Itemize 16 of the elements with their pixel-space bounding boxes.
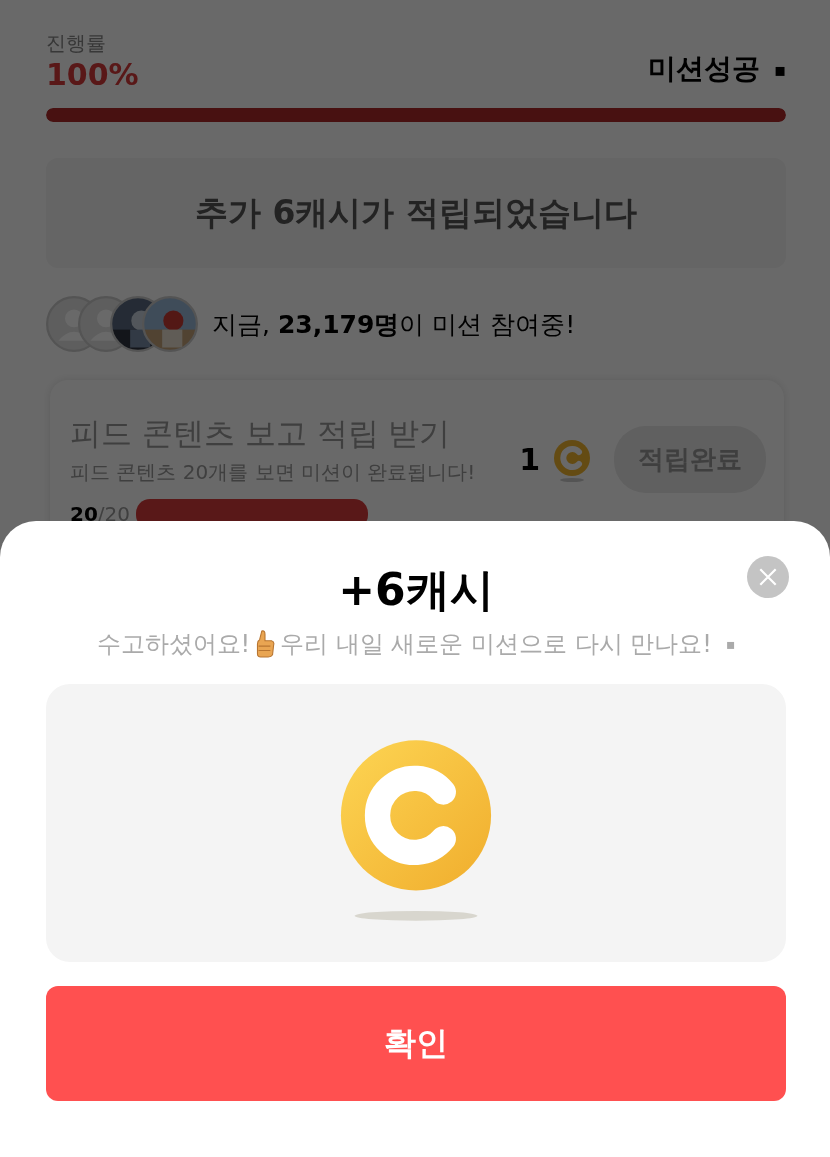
message-text: 수고하셨어요! — [96, 629, 251, 660]
confirm-button[interactable]: 확인 — [46, 986, 786, 1101]
message-text: 우리 내일 새로운 미션으로 다시 만나요! — [280, 629, 712, 660]
mission-status: 미션성공 — [647, 51, 760, 87]
status-mark: ▪ — [773, 58, 786, 80]
coin-icon — [338, 737, 494, 923]
close-button[interactable] — [747, 556, 789, 598]
progress-value: 100% — [46, 57, 139, 92]
coin-icon — [552, 438, 592, 483]
close-icon — [757, 566, 779, 588]
participant-count: 지금, 23,179명이 미션 참여중! — [212, 308, 576, 341]
message-mark: ▪ — [725, 636, 736, 652]
thumbs-up-icon — [254, 630, 277, 658]
reward-amount: 1 — [519, 442, 540, 477]
sheet-title: +6캐시 — [338, 563, 494, 617]
reward-banner: 추가 6캐시가 적립되었습니다 — [46, 158, 786, 268]
